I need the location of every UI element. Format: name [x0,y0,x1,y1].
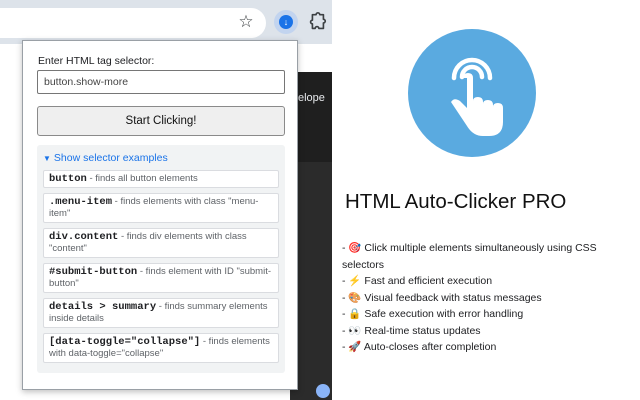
selector-example-code: [data-toggle="collapse"] [49,336,201,348]
tap-hand-icon [408,29,536,157]
selector-example-item: #submit-button - finds element with ID "… [43,263,279,293]
selector-example-item: details > summary - finds summary elemen… [43,298,279,328]
puzzle-icon[interactable] [306,11,328,33]
selector-examples-toggle[interactable]: ▼ Show selector examples [43,151,279,165]
selector-example-code: div.content [49,231,119,243]
feature-list-item: - 👀 Real-time status updates [342,324,481,337]
selector-example-code: #submit-button [49,266,138,278]
selector-examples-list: button - finds all button elements .menu-… [43,170,279,363]
extension-popup: Enter HTML tag selector: Start Clicking!… [22,40,298,390]
selector-example-code: button [49,173,87,185]
auto-clicker-extension-icon: ↓ [279,15,293,29]
page-partial-element [316,384,330,398]
selector-example-code: .menu-item [49,196,113,208]
address-bar[interactable] [0,8,266,38]
selector-label: Enter HTML tag selector: [38,55,155,67]
feature-list-item: - 🚀 Auto-closes after completion [342,341,497,353]
product-title: HTML Auto-Clicker PRO [345,190,567,213]
selector-example-item: [data-toggle="collapse"] - finds element… [43,333,279,363]
selector-example-description: - finds all button elements [86,173,198,184]
selector-example-item: .menu-item - finds elements with class "… [43,193,279,223]
feature-list-item: - 🎨 Visual feedback with status messages [342,291,542,304]
star-icon[interactable]: ☆ [236,12,256,32]
feature-list-item: - ⚡ Fast and efficient execution [342,275,493,287]
selector-examples-toggle-label: Show selector examples [53,152,168,164]
triangle-down-icon: ▼ [43,154,51,163]
selector-example-item: button - finds all button elements [43,170,279,188]
selector-input[interactable] [37,70,285,94]
feature-list-item: - 🎯 Click multiple elements simultaneous… [342,242,597,271]
start-clicking-button[interactable]: Start Clicking! [37,106,285,136]
auto-clicker-extension-button[interactable]: ↓ [274,10,298,34]
browser-toolbar: ☆ ↓ [0,0,332,44]
selector-example-item: div.content - finds div elements with cl… [43,228,279,258]
feature-list-item: - 🔒 Safe execution with error handling [342,308,524,320]
feature-list: - 🎯 Click multiple elements simultaneous… [342,240,632,356]
selector-examples-panel: ▼ Show selector examples button - finds a… [37,145,285,373]
page-text-fragment: elope [298,92,325,104]
selector-example-code: details > summary [49,301,157,313]
